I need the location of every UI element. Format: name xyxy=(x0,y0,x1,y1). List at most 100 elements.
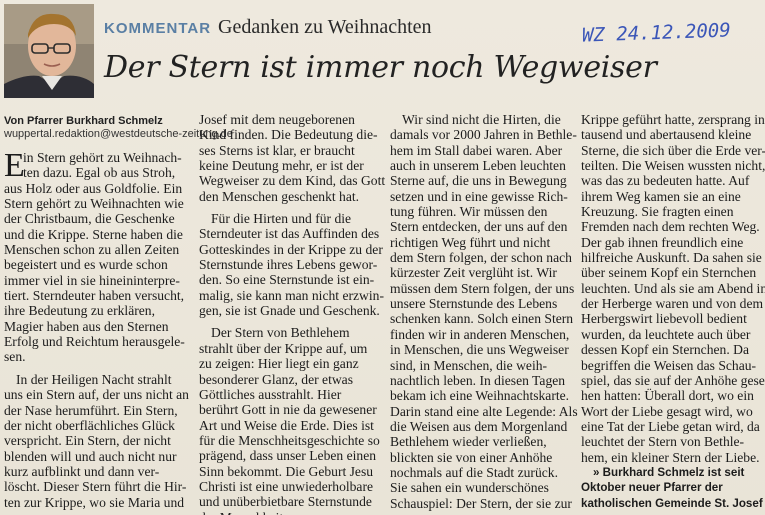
paragraph: Krippe geführt hatte, zersprang in tausen… xyxy=(581,112,765,465)
text-line: Kreuzung. Sie fragten einen xyxy=(581,204,734,220)
text-line: blickten sie von einer Anhöhe xyxy=(390,449,553,465)
text-line: und die Krippe. Sterne haben die xyxy=(4,226,183,242)
article-column-1: E in Stern gehört zu Weihnach- ten dazu.… xyxy=(4,147,190,510)
text-line: leuchtet der Stern von Bethle- xyxy=(581,434,745,450)
text-line: wurden, da leuchtete auch über xyxy=(581,326,751,342)
text-line: leuchten. Und als sie am Abend in xyxy=(581,280,765,296)
text-line: prägend, dass unser Leben einen xyxy=(199,448,377,464)
text-line: der nicht oberflächliches Glück xyxy=(4,417,175,433)
text-line: Sterne auf, die uns in Bewegung xyxy=(390,173,567,189)
text-line: ten zur Krippe, wo sie Maria und xyxy=(4,494,185,510)
article-column-4: Krippe geführt hatte, zersprang in tausen… xyxy=(581,112,765,511)
text-line: In der Heiligen Nacht strahlt xyxy=(16,371,172,387)
text-line: verspricht. Ein Stern, der nicht xyxy=(4,433,171,449)
text-line: müssen dem Stern folgen, der uns xyxy=(390,280,575,296)
text-line: keine Deutung mehr, er ist der xyxy=(199,158,364,174)
text-line: immer viel in sie hineininterpre- xyxy=(4,272,180,288)
text-line: katholischen Gemeinde St. Josef xyxy=(581,496,763,510)
text-line: Bethlehem wieder verließen, xyxy=(390,434,547,450)
author-portrait-image xyxy=(4,4,94,98)
text-line: der Christbaum, die Geschenke xyxy=(4,211,175,227)
text-line: teilten. Die Weisen wussten nicht, xyxy=(581,158,765,174)
text-line: Erfolg und Reichtum herausgele- xyxy=(4,334,185,350)
text-line: der Herberge waren und von dem xyxy=(581,296,764,312)
paragraph: aus Holz oder aus Goldfolie. Ein Stern ge… xyxy=(4,181,190,365)
text-line: schenken kann. Solch einen Stern xyxy=(390,311,574,327)
text-line: Der Stern von Bethlehem xyxy=(211,325,350,341)
text-line: Magier haben aus den Sternen xyxy=(4,318,169,334)
text-line: Sternstunde ihres Lebens gewor- xyxy=(199,257,378,273)
text-line: ihre Bedeutung zu erklären, xyxy=(4,303,155,319)
text-line: tung führen. Wir müssen den xyxy=(390,204,548,220)
text-line: für die Menschheitsgeschichte so xyxy=(199,432,380,448)
text-line: berührt Gott in nie da gewesener xyxy=(199,402,377,418)
text-line: auch in unserem Leben leuchten xyxy=(390,158,566,174)
text-line: kurz aufblinkt und dann ver- xyxy=(4,463,160,479)
text-line: finden wir in anderen Menschen, xyxy=(390,326,570,342)
text-line: die Weisen aus dem Morgenland xyxy=(390,418,568,434)
text-line: Wir sind nicht die Hirten, die xyxy=(402,112,561,127)
text-line: Gotteskindes in der Krippe zu der xyxy=(199,241,383,257)
text-line: tiert. Sterndeuter haben versucht, xyxy=(4,288,185,304)
text-line: Stern gehört zu Weihnachten wie xyxy=(4,196,184,212)
text-line: löscht. Dieser Stern führt die Hir- xyxy=(4,479,187,495)
text-line: Krippe geführt hatte, zersprang in xyxy=(581,112,765,127)
text-line: der Menschheit. xyxy=(199,510,385,515)
text-line: Menschen schon zu allen Zeiten xyxy=(4,242,180,258)
text-line: hem, ein kleiner Stern der Liebe. xyxy=(581,449,760,465)
text-line: begeistert und es wurde schon xyxy=(4,257,168,273)
text-line: blenden will und auch nicht nur xyxy=(4,448,177,464)
author-photo xyxy=(4,4,94,98)
text-line: besonderer Glanz, der etwas xyxy=(199,371,353,387)
text-line: hen hatten: Überall dort, wo ein xyxy=(581,388,754,404)
text-line: Herbergswirt liebevoll bedient xyxy=(581,311,747,327)
text-line: Stern entdecken, der uns auf den xyxy=(390,219,568,235)
dropcap-paragraph: E in Stern gehört zu Weihnach- ten dazu.… xyxy=(4,147,190,184)
handwritten-date-note: WZ 24.12.2009 xyxy=(581,19,732,47)
text-line: Sinn bekommt. Die Geburt Jesu xyxy=(199,463,374,479)
text-line: der Nase herumführt. Ein Stern, xyxy=(4,402,178,418)
text-line: kürzester Zeit verglüht ist. Wir xyxy=(390,265,557,281)
text-line: malig, sie kann man nicht erzwin- xyxy=(199,287,384,303)
text-line: Sterndeuter ist das Auffinden des xyxy=(199,226,380,242)
paragraph: In der Heiligen Nacht strahlt uns ein Ste… xyxy=(4,372,190,510)
text-line: dessen Kopf ein Sternchen. Da xyxy=(581,342,749,358)
newspaper-clipping: KOMMENTAR Gedanken zu Weihnachten Der St… xyxy=(0,0,765,515)
text-line: den. So eine Sternstunde ist ein- xyxy=(199,272,375,288)
text-line: Art und Weise die Erde. Dies ist xyxy=(199,417,374,433)
text-line: damals vor 2000 Jahren in Bethle- xyxy=(390,127,577,143)
text-line: in Stern gehört zu Weihnach- xyxy=(23,150,182,165)
text-line: zu zeigen: Hier liegt ein ganz xyxy=(199,356,359,372)
text-line: was das zu bedeuten hatte. Auf xyxy=(581,173,750,189)
text-line: tausend und abertausend kleine xyxy=(581,127,752,143)
text-line: uns ein Stern auf, der uns nicht an xyxy=(4,387,189,403)
text-line: Sterne, die sich über die Erde ver- xyxy=(581,142,765,158)
text-line: » Burkhard Schmelz ist seit xyxy=(593,465,745,479)
text-line: Wort der Liebe gesagt wird, wo xyxy=(581,403,753,419)
author-byline: Von Pfarrer Burkhard Schmelz xyxy=(4,115,163,127)
text-line: nachtlich leben. In diesen Tagen xyxy=(390,372,566,388)
paragraph: Wir sind nicht die Hirten, die damals vor… xyxy=(390,112,578,511)
text-line: dem Stern folgen, der schon nach xyxy=(390,250,572,266)
text-line: den Menschen geschenkt hat. xyxy=(199,188,360,204)
text-line: gen, sie ist Gnade und Geschenk. xyxy=(199,303,380,319)
article-column-2: Josef mit dem neugeborenen Kind finden. D… xyxy=(199,112,385,515)
text-line: über seinem Kopf ein Sternchen xyxy=(581,265,757,281)
dropcap-letter: E xyxy=(4,147,25,184)
text-line: strahlt über der Krippe auf, um xyxy=(199,340,368,356)
text-line: bekam ich eine Weihnachtskarte. xyxy=(390,388,570,404)
text-line: richtigen Weg führt und nicht xyxy=(390,234,551,250)
text-line: Fremden nach dem rechten Weg. xyxy=(581,219,760,235)
text-line: Oktober neuer Pfarrer der xyxy=(581,481,723,495)
text-line: ses Sterns ist klar, er braucht xyxy=(199,142,355,158)
text-line: spiel, das sie auf der Anhöhe gese- xyxy=(581,372,765,388)
text-line: setzen und in eine gewisse Rich- xyxy=(390,188,568,204)
text-line: sen. xyxy=(4,349,26,365)
text-line: und unüberbietbare Sternstunde xyxy=(199,494,372,510)
text-line: unsere Sternstunde des Lebens xyxy=(390,296,558,312)
text-line: nochmals auf die Stadt zurück. xyxy=(390,464,558,480)
paragraph: Der Stern von Bethlehem strahlt über der … xyxy=(199,325,385,515)
headline: Der Stern ist immer noch Wegweiser xyxy=(104,50,657,85)
text-line: hilfreiche Auskunft. Da sahen sie xyxy=(581,250,762,266)
author-note: » Burkhard Schmelz ist seit Oktober neuer… xyxy=(581,465,763,511)
